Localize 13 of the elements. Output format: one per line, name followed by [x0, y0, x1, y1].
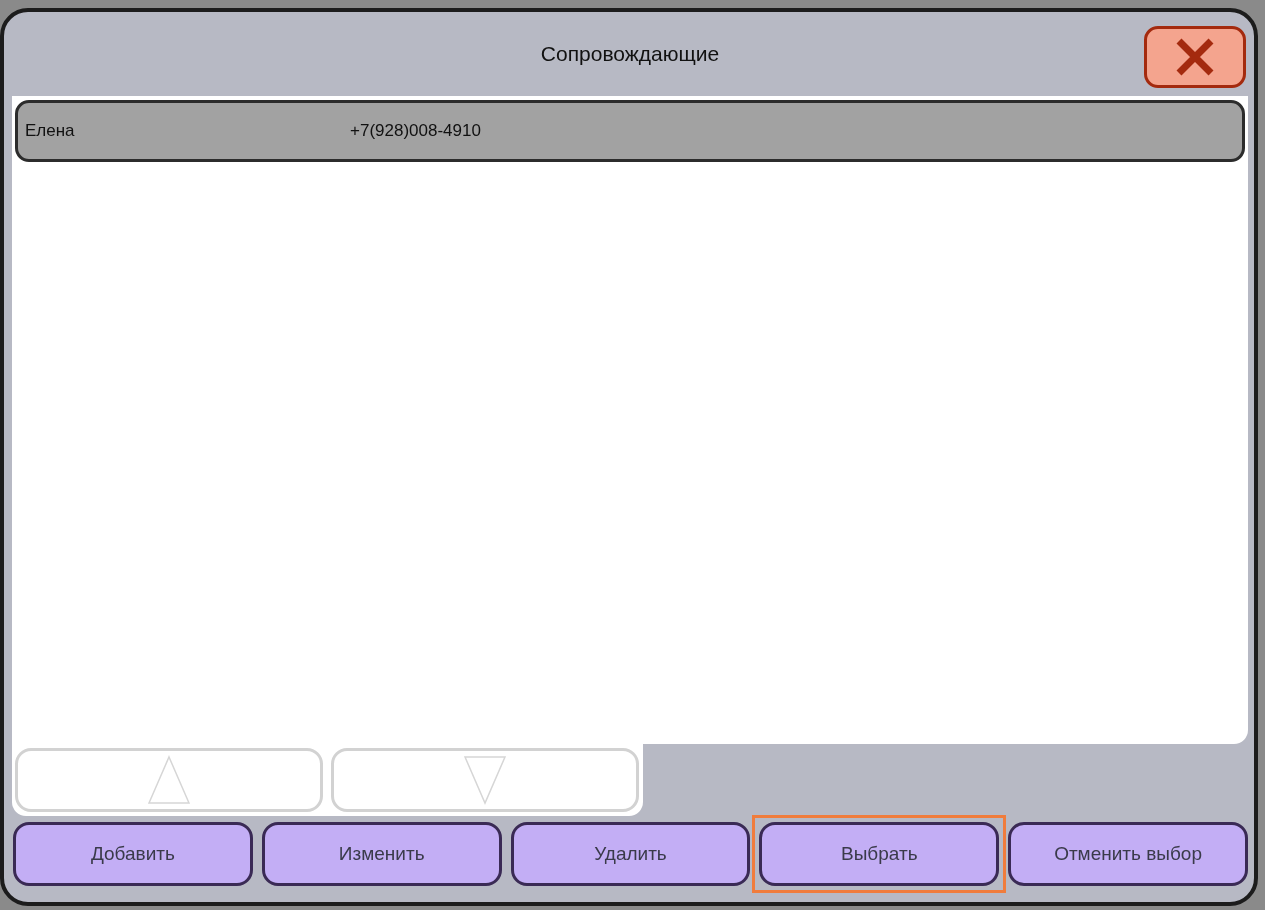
close-button[interactable] — [1144, 26, 1246, 88]
triangle-up-icon — [148, 755, 190, 805]
list-row[interactable]: Елена +7(928)008-4910 — [15, 100, 1245, 162]
action-button[interactable]: Выбрать — [759, 822, 1000, 886]
action-button[interactable]: Изменить — [261, 822, 502, 886]
phone-text: +7(928)008-4910 — [350, 121, 482, 141]
triangle-down-icon — [464, 755, 506, 805]
action-button[interactable]: Добавить — [13, 822, 253, 886]
action-button[interactable]: Удалить — [510, 822, 751, 886]
dialog-title: Сопровождающие — [540, 42, 720, 66]
close-icon — [1175, 37, 1215, 77]
action-button[interactable]: Отменить выбор — [1008, 822, 1248, 886]
name-text: Елена — [25, 121, 76, 141]
